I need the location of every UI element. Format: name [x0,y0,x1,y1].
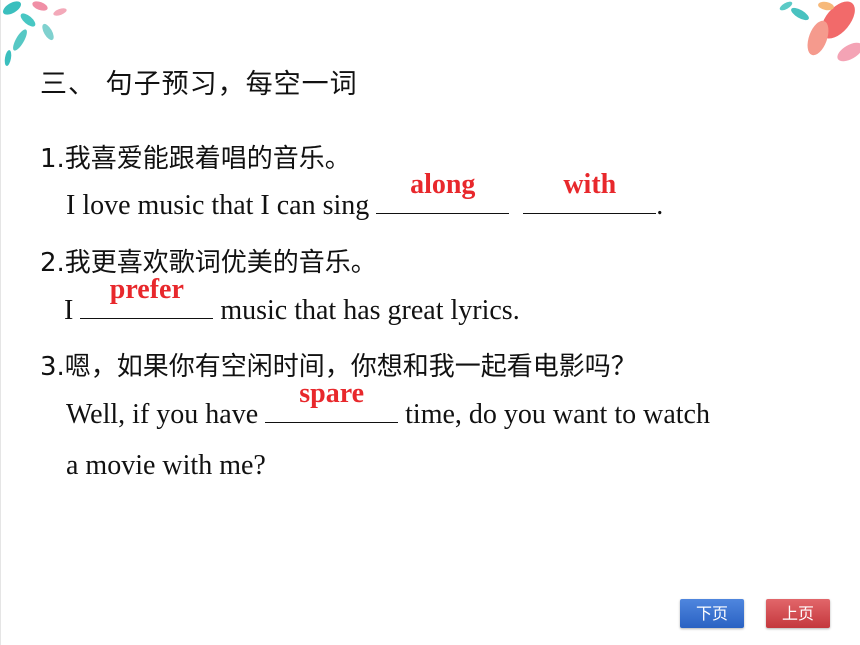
previous-page-button[interactable]: 上页 [766,599,830,628]
leaf-decoration-top-left [2,1,67,66]
item-1-answer-1: along [410,169,476,200]
slide: 三、 句子预习，每空一词 1.我喜爱能跟着唱的音乐。 I love music … [0,0,860,645]
item-1-text-before: I love music that I can sing [66,190,377,221]
item-1-english: I love music that I can sing along with. [66,169,664,222]
slide-border [0,0,1,645]
item-1-answer-2: with [563,169,617,200]
item-1-blank-1[interactable]: along [376,169,510,214]
item-1-chinese: 1.我喜爱能跟着唱的音乐。 [40,144,351,174]
item-3-blank-1[interactable]: spare [265,378,399,423]
leaf-decoration-top-right [779,1,860,62]
item-3-english: Well, if you have spare time, do you wan… [66,378,710,431]
item-2-blank-1[interactable]: prefer [80,274,214,319]
item-1-blank-2[interactable]: with [523,169,657,214]
item-2-answer-1: prefer [109,274,184,305]
item-3-text-after: time, do you want to watch [398,399,710,430]
item-2-text-before: I [64,295,81,326]
section-heading: 三、 句子预习，每空一词 [40,69,358,100]
item-2-text-after: music that has great lyrics. [213,295,520,326]
item-3-english-line2: a movie with me? [66,450,266,481]
item-1-text-after: . [656,190,664,221]
item-2-english: I prefer music that has great lyrics. [64,274,520,327]
next-page-button[interactable]: 下页 [680,599,744,628]
item-3-text-before: Well, if you have [66,399,266,430]
item-3-answer-1: spare [299,378,365,409]
